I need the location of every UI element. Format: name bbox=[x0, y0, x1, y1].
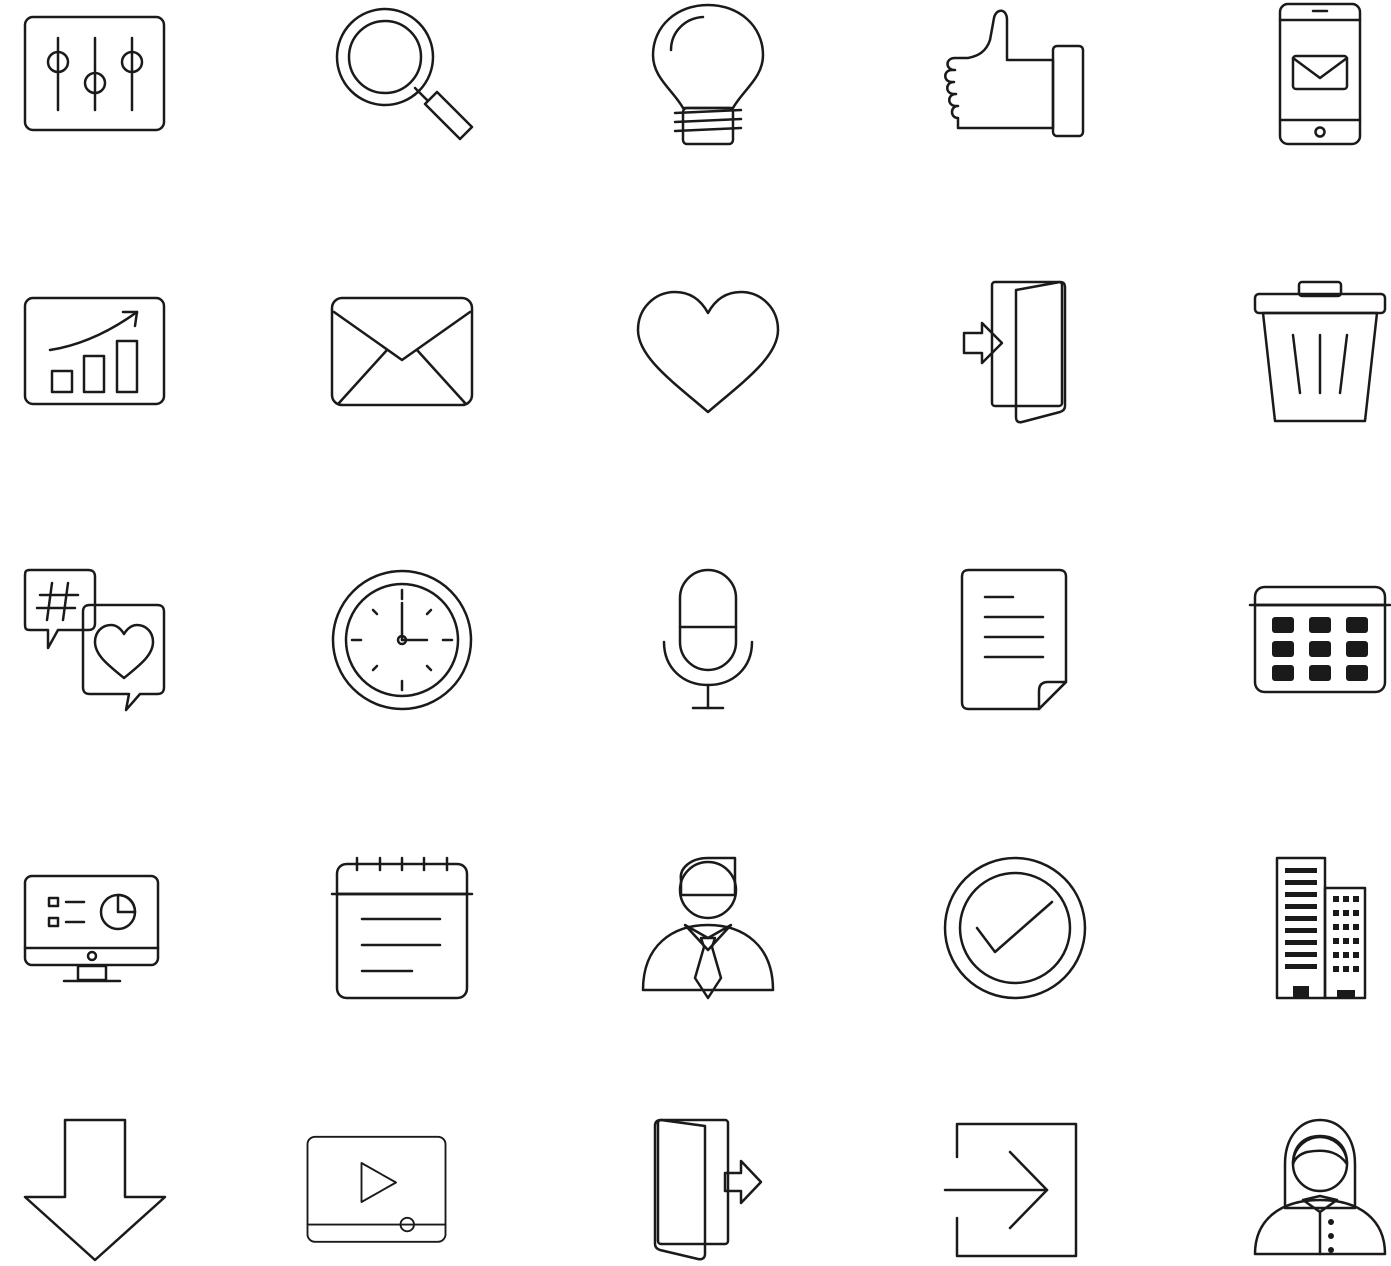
video-player-icon bbox=[300, 1112, 450, 1262]
download-arrow-icon bbox=[20, 1112, 170, 1262]
buildings-icon bbox=[1245, 850, 1391, 1000]
businessman-icon bbox=[633, 850, 783, 1000]
icon-sheet bbox=[0, 0, 1391, 1266]
lightbulb-icon bbox=[633, 0, 783, 150]
sliders-icon bbox=[20, 0, 170, 150]
document-icon bbox=[945, 565, 1095, 715]
door-exit-icon bbox=[633, 1112, 783, 1262]
thumbs-up-icon bbox=[940, 0, 1090, 150]
clock-icon bbox=[327, 565, 477, 715]
calendar-grid-icon bbox=[1245, 565, 1391, 715]
businesswoman-icon bbox=[1245, 1112, 1391, 1262]
check-circle-icon bbox=[940, 850, 1090, 1000]
door-enter-icon bbox=[940, 280, 1090, 430]
magnifier-icon bbox=[325, 0, 475, 150]
growth-chart-icon bbox=[20, 290, 170, 440]
sign-in-icon bbox=[940, 1112, 1090, 1262]
notepad-icon bbox=[327, 850, 477, 1000]
phone-mail-icon bbox=[1245, 0, 1391, 150]
envelope-icon bbox=[327, 290, 477, 440]
hashtag-chat-icon bbox=[20, 565, 170, 715]
trash-icon bbox=[1245, 280, 1391, 430]
heart-icon bbox=[633, 285, 783, 435]
microphone-icon bbox=[633, 565, 783, 715]
monitor-dashboard-icon bbox=[20, 850, 170, 1000]
